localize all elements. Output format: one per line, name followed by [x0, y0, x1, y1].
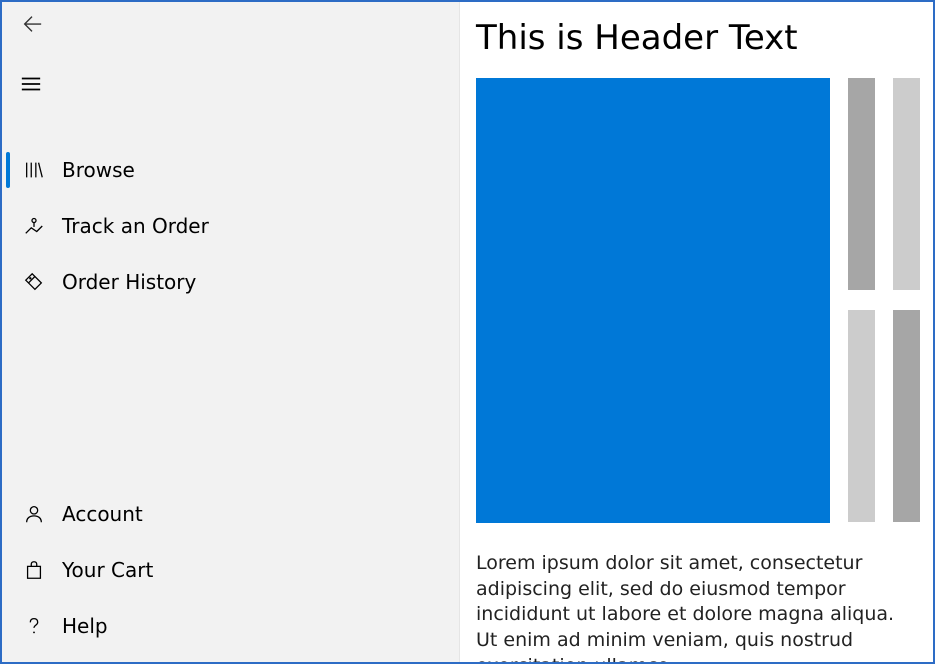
thumbnail-row [848, 310, 920, 522]
hamburger-menu-button[interactable] [2, 62, 459, 110]
nav-item-cart[interactable]: Your Cart [2, 542, 459, 598]
nav-item-track-order[interactable]: Track an Order [2, 198, 459, 254]
track-icon [22, 214, 46, 238]
library-icon [22, 158, 46, 182]
question-icon [22, 614, 46, 638]
thumbnail-column [848, 78, 920, 523]
person-icon [22, 502, 46, 526]
nav-item-label: Track an Order [62, 214, 209, 238]
nav-item-label: Order History [62, 270, 196, 294]
thumbnail-image[interactable] [848, 310, 875, 522]
nav-item-order-history[interactable]: Order History [2, 254, 459, 310]
nav-item-label: Account [62, 502, 143, 526]
hero-image[interactable] [476, 78, 830, 523]
hamburger-icon [20, 73, 42, 99]
nav-item-browse[interactable]: Browse [2, 142, 459, 198]
nav-item-account[interactable]: Account [2, 486, 459, 542]
nav-item-label: Help [62, 614, 108, 638]
navigation-sidebar: Browse Track an Order Order History [2, 2, 460, 662]
page-title: This is Header Text [476, 18, 933, 58]
nav-item-label: Browse [62, 158, 135, 182]
back-button[interactable] [12, 6, 52, 46]
nav-item-label: Your Cart [62, 558, 153, 582]
thumbnail-image[interactable] [848, 78, 875, 290]
tags-icon [22, 270, 46, 294]
thumbnail-row [848, 78, 920, 290]
nav-bottom-group: Account Your Cart Help [2, 486, 459, 662]
top-controls [2, 2, 459, 50]
image-gallery [476, 78, 933, 523]
bag-icon [22, 558, 46, 582]
back-arrow-icon [21, 13, 43, 39]
nav-item-help[interactable]: Help [2, 598, 459, 654]
thumbnail-image[interactable] [893, 78, 920, 290]
body-paragraph: Lorem ipsum dolor sit amet, consectetur … [476, 551, 933, 662]
main-content[interactable]: This is Header Text Lorem ipsum dolor si… [460, 2, 933, 662]
thumbnail-image[interactable] [893, 310, 920, 522]
app-window: Browse Track an Order Order History [0, 0, 935, 664]
nav-top-group: Browse Track an Order Order History [2, 142, 459, 310]
